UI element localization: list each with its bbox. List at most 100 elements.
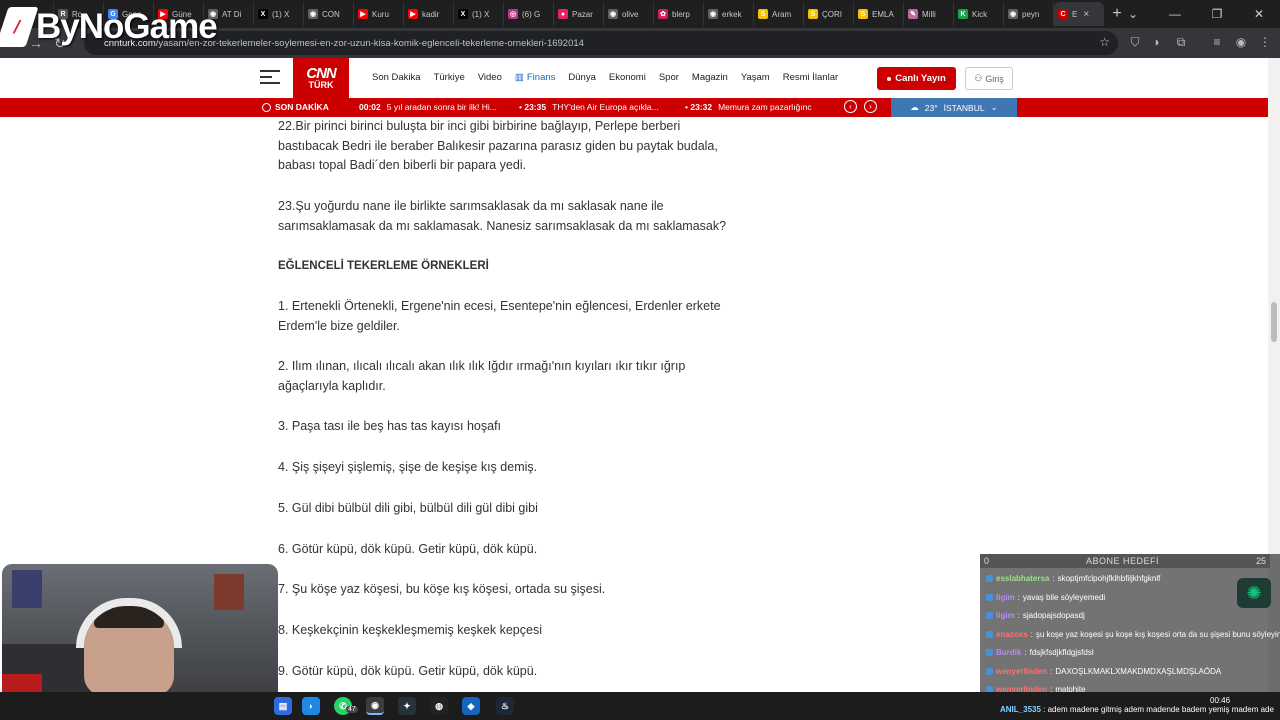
chat-text: sjadopajsdopasdj bbox=[1022, 611, 1085, 620]
browser-tab[interactable]: ✿ blerp bbox=[654, 2, 704, 26]
browser-tab[interactable]: ▶ kadir bbox=[404, 2, 454, 26]
chat-badge-icon bbox=[986, 649, 993, 656]
weather-city: İSTANBUL bbox=[943, 102, 985, 113]
live-label: Canlı Yayın bbox=[895, 73, 946, 84]
shield-app-icon[interactable]: ◗ bbox=[302, 697, 320, 715]
wall-poster bbox=[214, 574, 244, 610]
scrollbar-thumb[interactable] bbox=[1271, 302, 1277, 342]
chat-separator: : bbox=[1017, 592, 1020, 602]
weather-temp: 23° bbox=[924, 102, 938, 113]
app-icon[interactable]: ◆ bbox=[462, 697, 480, 715]
tab-favicon-icon: ▶ bbox=[358, 9, 368, 19]
browser-tab[interactable]: ◉ olive bbox=[604, 2, 654, 26]
tab-title: E bbox=[1072, 9, 1078, 19]
nav-resmi-ilanlar[interactable]: Resmi İlanlar bbox=[783, 72, 838, 83]
nav-son-dakika[interactable]: Son Dakika bbox=[372, 72, 421, 83]
goal-min: 0 bbox=[984, 556, 990, 566]
tab-search-icon[interactable]: ⌄ bbox=[1112, 0, 1154, 28]
tab-favicon-icon: ◉ bbox=[308, 9, 318, 19]
chat-ticker: ANIL_3535 : adem madene gitmiş adem made… bbox=[1000, 705, 1274, 714]
browser-tab[interactable]: S EMLA bbox=[854, 2, 904, 26]
chat-username: enazoxs bbox=[996, 629, 1028, 639]
chatgpt-icon[interactable]: ✺ bbox=[1237, 578, 1271, 608]
ticker-item[interactable]: • 23:32 Memura zam pazarlığınc bbox=[685, 102, 831, 112]
bookmark-star-icon[interactable]: ☆ bbox=[1099, 35, 1110, 49]
nav-yasam[interactable]: Yaşam bbox=[741, 72, 770, 83]
app-icon[interactable]: ✦ bbox=[398, 697, 416, 715]
browser-tab[interactable]: ▶ Kuru bbox=[354, 2, 404, 26]
address-bar[interactable]: cnnturk.com/yasam/en-zor-tekerlemeler-so… bbox=[84, 31, 1118, 55]
chat-message: wenyerlinden: DAXOŞLKMAKLXMAKDMDXAŞLMDŞLA… bbox=[986, 667, 1221, 676]
nav-spor[interactable]: Spor bbox=[659, 72, 679, 83]
browser-tab[interactable]: S ÇORI bbox=[804, 2, 854, 26]
puzzle-extension-icon[interactable]: ⧉ bbox=[1172, 33, 1190, 51]
ticker-item[interactable]: • 23:35 THY'den Air Europa açıkla... bbox=[519, 102, 679, 112]
login-button[interactable]: ⚇ Giriş bbox=[965, 67, 1013, 90]
chat-username: ligim bbox=[996, 592, 1015, 602]
browser-tab[interactable]: K Kick bbox=[954, 2, 1004, 26]
ticker-item[interactable]: 00:02 5 yıl aradan sonra bir ilk! Hi... bbox=[359, 102, 514, 112]
hamburger-menu-icon[interactable] bbox=[260, 70, 280, 86]
nav-finans-label: Finans bbox=[526, 72, 556, 83]
tab-favicon-icon: S bbox=[858, 9, 868, 19]
site-header: CNN TÜRK Son Dakika Türkiye Video ▥ Finan… bbox=[0, 58, 1280, 98]
live-stream-button[interactable]: Canlı Yayın bbox=[877, 67, 956, 90]
ticker-next-icon[interactable]: › bbox=[864, 100, 877, 113]
user-icon: ⚇ bbox=[974, 73, 983, 83]
article-paragraph: 23.Şu yoğurdu nane ile birlikte sarımsak… bbox=[278, 199, 727, 233]
tab-close-icon[interactable]: × bbox=[1083, 9, 1089, 20]
nav-finans[interactable]: ▥ Finans bbox=[515, 72, 556, 83]
article-paragraph: 3. Paşa tası ile beş has tas kayısı hoşa… bbox=[278, 419, 502, 433]
breaking-label-text: SON DAKİKA bbox=[275, 102, 329, 112]
tab-title: Milli bbox=[922, 9, 936, 19]
headset bbox=[76, 598, 182, 648]
ticker-prev-icon[interactable]: ‹ bbox=[844, 100, 857, 113]
chat-username: esslabhatersa bbox=[996, 574, 1050, 583]
browser-tab[interactable]: ◉ CON bbox=[304, 2, 354, 26]
browser-tab[interactable]: X (1) X bbox=[454, 2, 504, 26]
browser-tab[interactable]: ✎ Milli bbox=[904, 2, 954, 26]
browser-tab[interactable]: ◉ erkek bbox=[704, 2, 754, 26]
shield-extension-icon[interactable]: ⛉ bbox=[1126, 33, 1144, 51]
media-icon[interactable]: ≡ bbox=[1208, 33, 1226, 51]
browser-tab[interactable]: ● Pazar bbox=[554, 2, 604, 26]
nav-magazin[interactable]: Magazin bbox=[692, 72, 728, 83]
weather-widget[interactable]: ☁ 23° İSTANBUL ⌄ bbox=[891, 98, 1017, 117]
nav-ekonomi[interactable]: Ekonomi bbox=[609, 72, 646, 83]
browser-tab[interactable]: ◎ (6) G bbox=[504, 2, 554, 26]
red-object bbox=[2, 674, 42, 692]
tab-title: ÇORI bbox=[822, 9, 842, 19]
chat-text: DAXOŞLKMAKLXMAKDMDXAŞLMDŞLAÖDA bbox=[1055, 666, 1222, 676]
nav-dunya[interactable]: Dünya bbox=[568, 72, 595, 83]
minimize-button[interactable]: — bbox=[1154, 0, 1196, 28]
tab-favicon-icon: ● bbox=[558, 9, 568, 19]
wave-extension-icon[interactable]: ◗ bbox=[1148, 33, 1166, 51]
nav-video[interactable]: Video bbox=[478, 72, 502, 83]
maximize-button[interactable]: ❐ bbox=[1196, 0, 1238, 28]
tab-favicon-icon: ◉ bbox=[708, 9, 718, 19]
ticker-time: 23:32 bbox=[690, 102, 713, 112]
browser-tab[interactable]: C E × bbox=[1054, 2, 1104, 26]
tab-title: peyn bbox=[1022, 9, 1040, 19]
nav-turkiye[interactable]: Türkiye bbox=[434, 72, 465, 83]
steam-icon[interactable]: ♨ bbox=[496, 697, 514, 715]
kebab-menu-icon[interactable]: ⋮ bbox=[1256, 33, 1274, 51]
article-paragraph: 7. Şu köşe yaz köşesi, bu köşe kış köşes… bbox=[278, 582, 606, 596]
obs-icon[interactable]: ◍ bbox=[430, 697, 448, 715]
cnn-turk-logo[interactable]: CNN TÜRK bbox=[293, 58, 349, 98]
window-controls: ⌄ — ❐ ✕ bbox=[1112, 0, 1280, 28]
explorer-icon[interactable]: ▤ bbox=[274, 697, 292, 715]
profile-avatar[interactable]: ◉ bbox=[1232, 33, 1250, 51]
browser-tab[interactable]: ◉ peyn bbox=[1004, 2, 1054, 26]
chrome-icon[interactable]: ◉ bbox=[366, 697, 384, 715]
browser-tab[interactable]: S Aram bbox=[754, 2, 804, 26]
tab-title: erkek bbox=[722, 9, 742, 19]
article-paragraph: 1. Ertenekli Örtenekli, Ergene'nin ecesi… bbox=[278, 299, 721, 333]
chat-separator: : bbox=[1052, 574, 1055, 583]
cloud-icon: ☁ bbox=[910, 102, 919, 112]
breaking-label: SON DAKİKA bbox=[262, 102, 329, 112]
ticker-text: Memura zam pazarlığınc bbox=[718, 102, 812, 112]
chat-badge-icon bbox=[986, 667, 993, 675]
browser-tab[interactable]: X (1) X bbox=[254, 2, 304, 26]
close-window-button[interactable]: ✕ bbox=[1238, 0, 1280, 28]
